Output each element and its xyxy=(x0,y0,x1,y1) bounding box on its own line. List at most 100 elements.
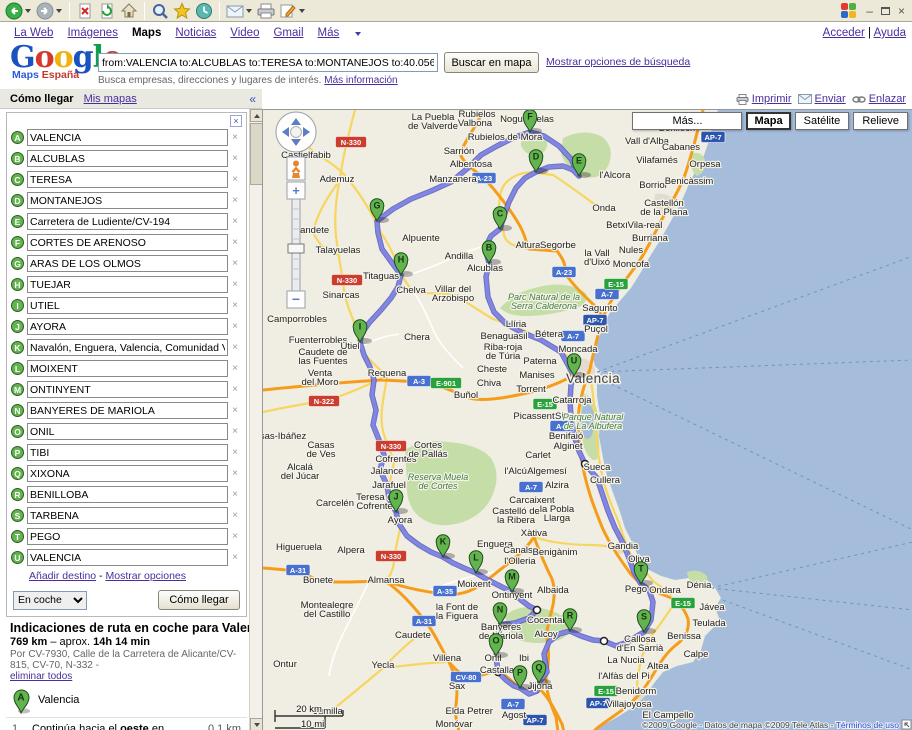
remove-waypoint-icon[interactable]: × xyxy=(228,342,242,353)
more-info-link[interactable]: Más información xyxy=(324,75,397,86)
remove-waypoint-icon[interactable]: × xyxy=(228,174,242,185)
terrain-type-button[interactable]: Relieve xyxy=(853,112,908,130)
remove-waypoint-icon[interactable]: × xyxy=(228,384,242,395)
mail-menu-caret[interactable] xyxy=(246,9,252,13)
remove-waypoint-icon[interactable]: × xyxy=(228,447,242,458)
mail-icon[interactable] xyxy=(224,1,246,20)
remove-waypoint-icon[interactable]: × xyxy=(228,363,242,374)
waypoint-input-O[interactable] xyxy=(27,423,228,440)
waypoint-input-F[interactable] xyxy=(27,234,228,251)
send-link[interactable]: Enviar xyxy=(798,93,846,105)
search-icon[interactable] xyxy=(149,1,171,20)
waypoint-input-U[interactable] xyxy=(27,549,228,566)
waypoint-input-T[interactable] xyxy=(27,528,228,545)
link-link[interactable]: Enlazar xyxy=(852,93,906,105)
remove-waypoint-icon[interactable]: × xyxy=(228,195,242,206)
waypoint-input-R[interactable] xyxy=(27,486,228,503)
clear-all-link[interactable]: eliminar todos xyxy=(10,671,72,682)
travel-mode-select[interactable]: En coche xyxy=(13,591,87,610)
remove-waypoint-icon[interactable]: × xyxy=(228,279,242,290)
remove-waypoint-icon[interactable]: × xyxy=(228,552,242,563)
search-options-link[interactable]: Mostrar opciones de búsqueda xyxy=(546,56,690,68)
restore-button[interactable] xyxy=(881,7,890,15)
add-destination-link[interactable]: Añadir destino xyxy=(29,570,96,582)
remove-waypoint-icon[interactable]: × xyxy=(228,321,242,332)
search-input[interactable] xyxy=(98,53,438,72)
get-directions-button[interactable]: Cómo llegar xyxy=(158,590,240,610)
map-marker-B[interactable]: B xyxy=(482,241,501,265)
back-menu-caret[interactable] xyxy=(25,9,31,13)
nav-item[interactable]: Noticias xyxy=(175,27,216,39)
via-point[interactable] xyxy=(534,607,541,614)
map-marker-D[interactable]: D xyxy=(529,150,548,174)
minimize-button[interactable]: – xyxy=(866,6,873,16)
waypoint-input-A[interactable] xyxy=(27,129,228,146)
remove-waypoint-icon[interactable]: × xyxy=(228,426,242,437)
waypoint-input-M[interactable] xyxy=(27,381,228,398)
nav-item[interactable]: Ayuda xyxy=(874,27,906,39)
history-icon[interactable] xyxy=(193,1,215,20)
print-link[interactable]: Imprimir xyxy=(736,93,792,105)
satellite-type-button[interactable]: Satélite xyxy=(795,112,850,130)
waypoint-input-Q[interactable] xyxy=(27,465,228,482)
remove-waypoint-icon[interactable]: × xyxy=(228,132,242,143)
waypoint-input-E[interactable] xyxy=(27,213,228,230)
waypoint-input-B[interactable] xyxy=(27,150,228,167)
waypoint-input-I[interactable] xyxy=(27,297,228,314)
remove-waypoint-icon[interactable]: × xyxy=(228,258,242,269)
remove-waypoint-icon[interactable]: × xyxy=(228,489,242,500)
waypoint-input-N[interactable] xyxy=(27,402,228,419)
waypoint-input-P[interactable] xyxy=(27,444,228,461)
map-pan-control[interactable] xyxy=(276,112,316,152)
map-type-button[interactable]: Mapa xyxy=(746,112,790,130)
tab-directions[interactable]: Cómo llegar xyxy=(10,93,74,105)
nav-item[interactable]: Video xyxy=(230,27,259,39)
nav-item[interactable]: La Web xyxy=(14,27,53,39)
waypoint-input-S[interactable] xyxy=(27,507,228,524)
nav-item[interactable]: Maps xyxy=(132,27,161,39)
direction-step[interactable]: 1. Continúa hacia el oeste en Calle de l… xyxy=(6,717,247,730)
start-location-row[interactable]: A Valencia xyxy=(6,682,247,714)
waypoint-input-G[interactable] xyxy=(27,255,228,272)
fullscreen-corner-icon[interactable] xyxy=(902,720,911,729)
forward-icon[interactable] xyxy=(34,1,56,20)
close-button[interactable]: × xyxy=(898,6,905,16)
more-button[interactable]: Más... xyxy=(632,112,742,130)
edit-menu-caret[interactable] xyxy=(299,9,305,13)
remove-waypoint-icon[interactable]: × xyxy=(228,531,242,542)
stop-icon[interactable] xyxy=(74,1,96,20)
waypoint-input-J[interactable] xyxy=(27,318,228,335)
waypoint-input-K[interactable] xyxy=(27,339,228,356)
remove-waypoint-icon[interactable]: × xyxy=(228,468,242,479)
collapse-sidebar-icon[interactable]: « xyxy=(249,92,256,106)
street-view-pegman[interactable] xyxy=(287,157,305,180)
remove-waypoint-icon[interactable]: × xyxy=(228,510,242,521)
nav-item[interactable]: Más xyxy=(318,27,340,39)
close-panel-icon[interactable]: × xyxy=(230,115,242,127)
edit-icon[interactable] xyxy=(277,1,299,20)
nav-item[interactable]: Acceder xyxy=(823,27,865,39)
tab-my-maps[interactable]: Mis mapas xyxy=(84,93,137,105)
waypoint-input-H[interactable] xyxy=(27,276,228,293)
refresh-icon[interactable] xyxy=(96,1,118,20)
remove-waypoint-icon[interactable]: × xyxy=(228,216,242,227)
remove-waypoint-icon[interactable]: × xyxy=(228,153,242,164)
waypoint-input-C[interactable] xyxy=(27,171,228,188)
show-options-link[interactable]: Mostrar opciones xyxy=(105,570,186,582)
nav-item[interactable]: Gmail xyxy=(273,27,303,39)
waypoint-input-D[interactable] xyxy=(27,192,228,209)
nav-item[interactable]: Imágenes xyxy=(67,27,118,39)
remove-waypoint-icon[interactable]: × xyxy=(228,405,242,416)
print-icon[interactable] xyxy=(255,1,277,20)
remove-waypoint-icon[interactable]: × xyxy=(228,237,242,248)
map-canvas[interactable]: N-330N-330N-330N-330N-322A-23A-23A-3A-7A… xyxy=(262,109,912,730)
zoom-control[interactable]: + − xyxy=(287,182,305,308)
sidebar-scrollbar[interactable] xyxy=(249,109,262,730)
remove-waypoint-icon[interactable]: × xyxy=(228,300,242,311)
favorites-icon[interactable] xyxy=(171,1,193,20)
back-icon[interactable] xyxy=(3,1,25,20)
home-icon[interactable] xyxy=(118,1,140,20)
via-point[interactable] xyxy=(601,638,608,645)
forward-menu-caret[interactable] xyxy=(56,9,62,13)
waypoint-input-L[interactable] xyxy=(27,360,228,377)
